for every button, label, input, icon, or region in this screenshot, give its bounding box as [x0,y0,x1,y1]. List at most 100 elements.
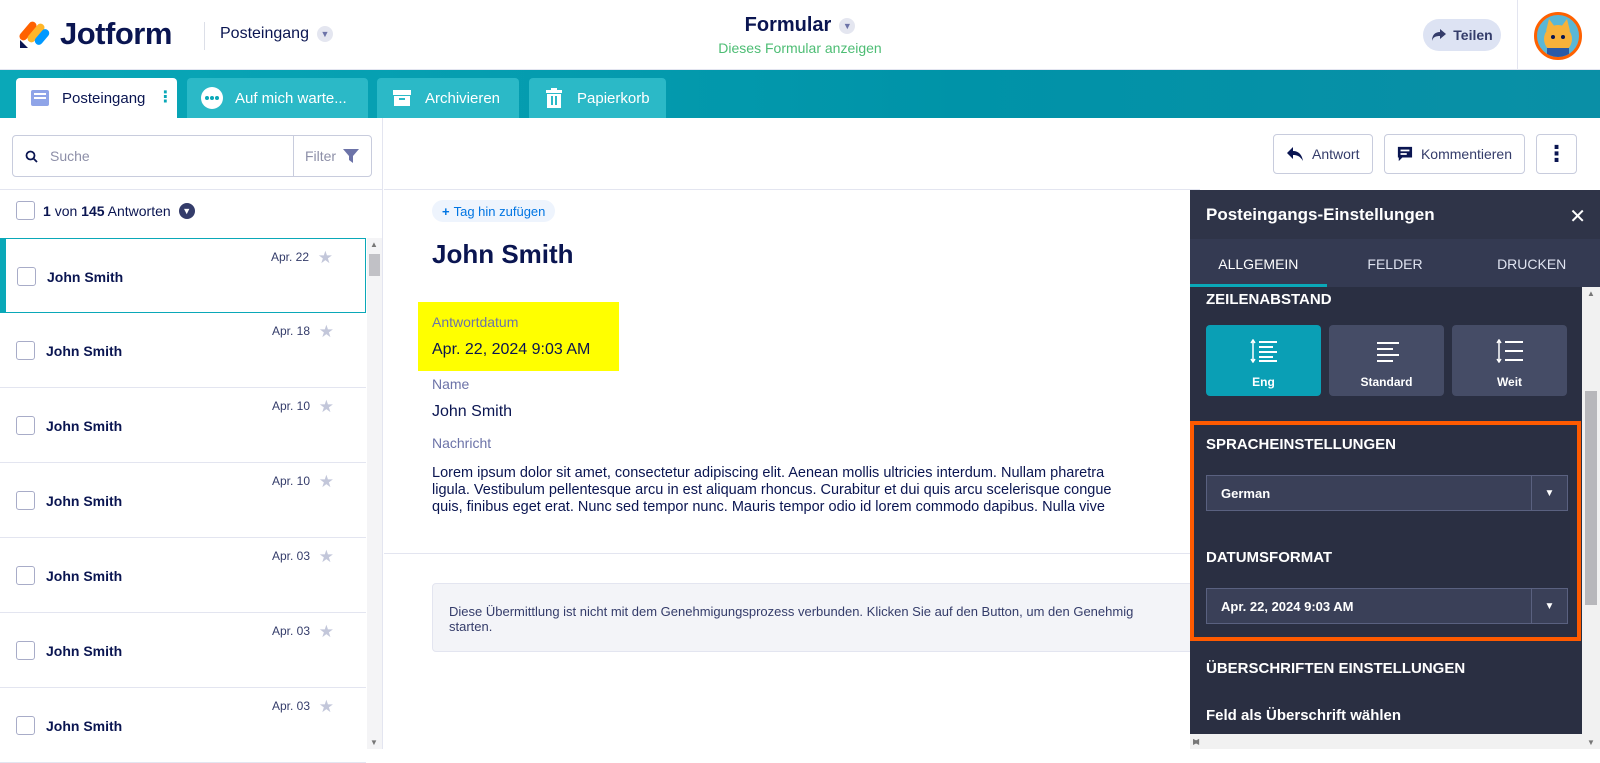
submission-list-panel: Suche Filter 1 von 145 Antworten ▼ John … [0,118,383,763]
list-item[interactable]: John Smith Apr. 03 ★ [0,613,366,688]
tab-inbox[interactable]: Posteingang ⋮ [16,78,177,118]
list-item[interactable]: John Smith Apr. 10 ★ [0,463,366,538]
star-icon[interactable]: ★ [319,397,334,417]
line-spacing-heading: ZEILENABSTAND [1206,291,1332,308]
scroll-down-arrow-icon[interactable]: ▼ [1587,738,1595,747]
select-all-checkbox[interactable] [16,201,35,220]
comment-label: Kommentieren [1420,146,1512,162]
more-vertical-icon: ⋮ [1545,141,1568,166]
close-icon[interactable]: ✕ [1569,204,1586,229]
name-field-value: John Smith [432,403,513,420]
tab-print[interactable]: DRUCKEN [1463,239,1600,287]
row-checkbox[interactable] [16,716,35,735]
headings-settings-heading: ÜBERSCHRIFTEN EINSTELLUNGEN [1206,660,1466,677]
filter-button[interactable]: Filter [294,136,371,176]
more-options-button[interactable]: ⋮ [1536,134,1577,174]
archive-icon [391,87,413,109]
add-tag-button[interactable]: + Tag hin zufügen [432,200,556,222]
star-icon[interactable]: ★ [319,697,334,717]
panel-title: Posteingangs-Einstellungen [1206,204,1435,224]
counter-current: 1 [43,202,51,219]
submitter-name: John Smith [46,343,123,359]
row-checkbox[interactable] [16,491,35,510]
avatar-area[interactable] [1517,0,1600,70]
submitter-name: John Smith [46,568,123,584]
tab-waiting-for-me[interactable]: Auf mich warte... [187,78,368,118]
add-tag-label: Tag hin zufügen [453,203,546,219]
panel-scrollbar[interactable]: ▲ ▼ [1582,287,1600,749]
search-input[interactable]: Suche [13,136,294,176]
row-checkbox[interactable] [16,341,35,360]
scroll-up-arrow-icon[interactable]: ▲ [370,240,378,249]
filter-funnel-icon [343,149,360,163]
tab-trash[interactable]: Papierkorb [529,78,666,118]
submission-date: Apr. 22 [270,250,309,264]
panel-horizontal-scrollbar[interactable]: ◀ ▶ [1190,734,1582,749]
message-field-label: Nachricht [432,435,492,451]
avatar[interactable] [1534,12,1582,60]
spacing-compact-label: Eng [1252,375,1275,389]
row-checkbox[interactable] [17,267,36,286]
tab-general[interactable]: ALLGEMEIN [1190,239,1327,287]
submitter-name: John Smith [46,493,123,509]
field-as-heading-label: Feld als Überschrift wählen [1206,707,1402,724]
share-button[interactable]: Teilen [1423,19,1501,51]
spacing-standard-label: Standard [1360,375,1413,389]
tab-archive[interactable]: Archivieren [377,78,519,118]
scrollbar-thumb[interactable] [1585,391,1597,605]
row-checkbox[interactable] [16,566,35,585]
submitter-name: John Smith [46,718,123,734]
list-scrollbar[interactable]: ▲ ▼ [367,238,382,749]
star-icon[interactable]: ★ [319,472,334,492]
scrollbar-thumb[interactable] [369,254,380,276]
submission-list: John Smith Apr. 22 ★ John Smith Apr. 18 … [0,238,366,763]
submission-date: Apr. 10 [271,474,310,488]
jotform-logo[interactable]: Jotform [18,16,172,52]
list-item[interactable]: John Smith Apr. 18 ★ [0,313,366,388]
inbox-tab-bar: Posteingang ⋮ Auf mich warte... Archivie… [0,70,1600,118]
spacing-wide-button[interactable]: Weit [1452,325,1567,396]
tab-archive-label: Archivieren [425,89,501,107]
filter-label: Filter [304,148,337,164]
submitter-name: John Smith [46,418,123,434]
share-label: Teilen [1453,27,1493,43]
chevron-down-icon: ▼ [839,17,856,34]
message-field-value: Lorem ipsum dolor sit amet, consectetur … [432,465,1192,516]
notice-line: starten. [449,619,493,634]
scroll-right-arrow-icon[interactable]: ▶ [1193,737,1579,746]
plus-icon: + [442,203,450,219]
star-icon[interactable]: ★ [319,622,334,642]
row-checkbox[interactable] [16,416,35,435]
reply-button[interactable]: Antwort [1273,134,1373,174]
spacing-wide-label: Weit [1496,375,1523,389]
spacing-compact-button[interactable]: Eng [1206,325,1321,396]
tab-waiting-label: Auf mich warte... [235,89,347,107]
row-checkbox[interactable] [16,641,35,660]
tab-menu-dots-icon[interactable]: ⋮ [157,90,173,106]
list-item[interactable]: John Smith Apr. 03 ★ [0,538,366,613]
list-item[interactable]: John Smith Apr. 22 ★ [0,238,366,313]
comment-button[interactable]: Kommentieren [1384,134,1525,174]
submission-date: Apr. 18 [271,324,310,338]
line-spacing-wide-icon [1496,339,1523,363]
chevron-down-icon[interactable]: ▼ [178,202,195,219]
submitter-name: John Smith [47,269,124,285]
list-item[interactable]: John Smith Apr. 03 ★ [0,688,366,763]
scroll-up-arrow-icon[interactable]: ▲ [1587,289,1595,298]
star-icon[interactable]: ★ [319,322,334,342]
approval-notice: Diese Übermittlung ist nicht mit dem Gen… [432,583,1202,652]
divider [384,189,1200,190]
form-title-dropdown[interactable]: Formular ▼ [745,14,856,37]
view-form-link[interactable]: Dieses Formular anzeigen [700,40,900,56]
tab-fields[interactable]: FELDER [1327,239,1464,287]
spacing-standard-button[interactable]: Standard [1329,325,1444,396]
name-field-label: Name [432,376,470,392]
star-icon[interactable]: ★ [318,248,333,268]
list-item[interactable]: John Smith Apr. 10 ★ [0,388,366,463]
star-icon[interactable]: ★ [319,547,334,567]
inbox-dropdown[interactable]: Posteingang ▼ [220,25,333,43]
scroll-down-arrow-icon[interactable]: ▼ [370,738,378,747]
search-box: Suche Filter [12,135,372,177]
tab-inbox-label: Posteingang [62,89,146,107]
share-arrow-icon [1432,29,1447,41]
